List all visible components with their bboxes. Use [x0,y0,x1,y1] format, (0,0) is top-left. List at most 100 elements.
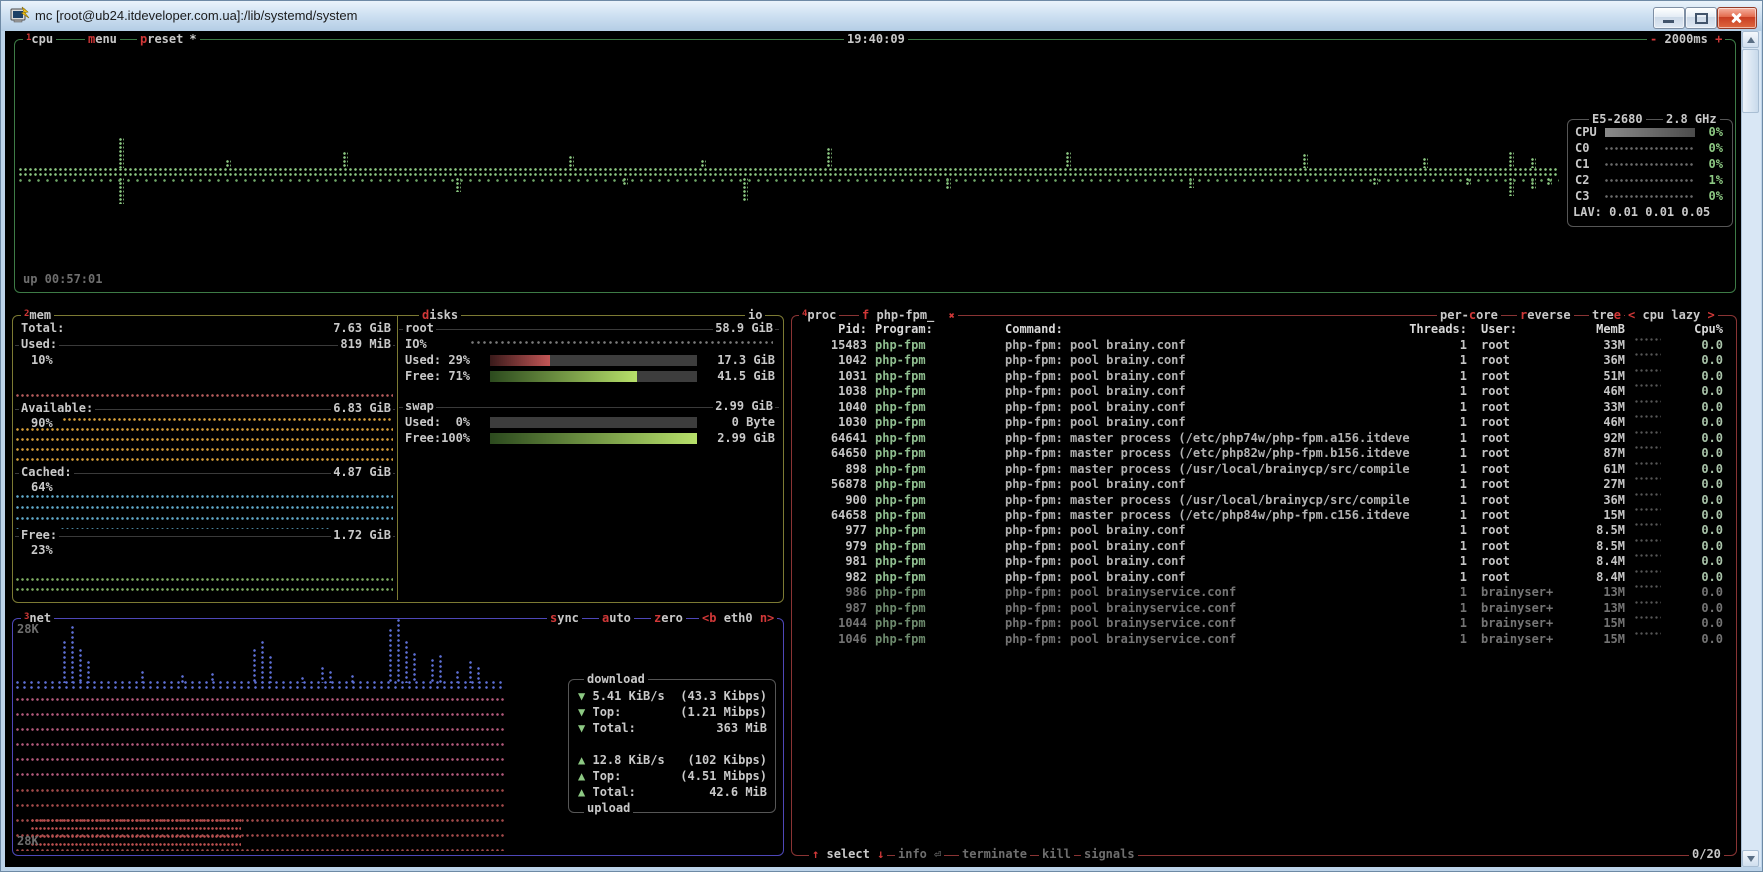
menu-button[interactable]: menu [85,32,120,47]
clock: 19:40:09 [844,32,908,47]
filter-clear-icon[interactable]: ✖ [949,311,955,322]
cpu-core-row: C10% [1573,157,1725,172]
proc-user: root [1481,400,1510,415]
signals-button[interactable]: signals [1081,847,1138,862]
per-core-button[interactable]: per-core [1437,308,1501,323]
proc-row[interactable]: 982php-fpmphp-fpm: pool brainy.conf1root… [1,570,1763,586]
proc-threads: 1 [1387,508,1467,523]
header-program[interactable]: Program: [875,322,933,337]
sort-prev-icon[interactable]: < [1628,308,1635,322]
proc-threads: 1 [1387,400,1467,415]
proc-cpu-minigraph [1635,632,1661,639]
interval-decrease-button[interactable]: - [1650,32,1657,46]
proc-pid: 64650 [787,446,867,461]
proc-row[interactable]: 986php-fpmphp-fpm: pool brainyservice.co… [1,585,1763,601]
proc-mem: 13M [1545,585,1625,600]
upload-speed-bits: (102 Kibps) [631,753,767,768]
close-button[interactable] [1717,7,1757,29]
proc-command: php-fpm: pool brainyservice.conf [1005,585,1236,600]
proc-row[interactable]: 1044php-fpmphp-fpm: pool brainyservice.c… [1,616,1763,632]
scroll-up-button[interactable] [1742,31,1759,48]
proc-row[interactable]: 64641php-fpmphp-fpm: master process (/et… [1,431,1763,447]
proc-mem: 8.4M [1545,570,1625,585]
net-scale-bottom: 28K [17,834,39,849]
scroll-down-button[interactable] [1742,850,1759,867]
kill-button[interactable]: kill [1039,847,1074,862]
cpu-box [14,39,1736,293]
preset-modified-star: * [189,32,196,46]
proc-user: root [1481,462,1510,477]
proc-threads: 1 [1387,523,1467,538]
proc-row[interactable]: 898php-fpmphp-fpm: master process (/usr/… [1,462,1763,478]
proc-cpu-minigraph [1635,554,1661,561]
select-control[interactable]: ↑ select ↓ [809,847,887,862]
filter-input[interactable]: php-fpm_ [876,308,934,322]
proc-row[interactable]: 979php-fpmphp-fpm: pool brainy.conf1root… [1,539,1763,555]
proc-command: php-fpm: master process (/etc/php84w/php… [1005,508,1410,523]
proc-mem: 15M [1545,632,1625,647]
proc-program: php-fpm [875,415,926,430]
proc-row[interactable]: 56878php-fpmphp-fpm: pool brainy.conf1ro… [1,477,1763,493]
proc-threads: 1 [1387,384,1467,399]
proc-threads: 1 [1387,554,1467,569]
proc-mem: 8.4M [1545,554,1625,569]
window-title: mc [root@ub24.itdeveloper.com.ua]:/lib/s… [35,8,357,23]
minimize-button[interactable] [1653,7,1685,29]
down-arrow-icon[interactable]: ↓ [877,847,884,861]
header-threads[interactable]: Threads: [1387,322,1467,337]
proc-row[interactable]: 1040php-fpmphp-fpm: pool brainy.conf1roo… [1,400,1763,416]
preset-button[interactable]: preset* [137,32,200,47]
terminate-button[interactable]: terminate [959,847,1030,862]
proc-row[interactable]: 1046php-fpmphp-fpm: pool brainyservice.c… [1,632,1763,648]
up-arrow-icon[interactable]: ↑ [812,847,819,861]
proc-row[interactable]: 977php-fpmphp-fpm: pool brainy.conf1root… [1,523,1763,539]
proc-program: php-fpm [875,493,926,508]
header-command[interactable]: Command: [1005,322,1063,337]
cpu-core-row: C00% [1573,141,1725,156]
proc-row[interactable]: 981php-fpmphp-fpm: pool brainy.conf1root… [1,554,1763,570]
filter-key: f [862,308,869,322]
proc-row[interactable]: 64650php-fpmphp-fpm: master process (/et… [1,446,1763,462]
proc-command: php-fpm: master process (/etc/php74w/php… [1005,431,1410,446]
proc-pid: 64658 [787,508,867,523]
proc-threads: 1 [1387,338,1467,353]
proc-user: root [1481,384,1510,399]
proc-row[interactable]: 15483php-fpmphp-fpm: pool brainy.conf1ro… [1,338,1763,354]
proc-row[interactable]: 1042php-fpmphp-fpm: pool brainy.conf1roo… [1,353,1763,369]
upload-top-value: (4.51 Mibps) [631,769,767,784]
header-cpu[interactable]: Cpu% [1643,322,1723,337]
proc-program: php-fpm [875,462,926,477]
scroll-down-arrow-icon [1747,856,1755,862]
proc-row[interactable]: 1030php-fpmphp-fpm: pool brainy.conf1roo… [1,415,1763,431]
proc-row[interactable]: 900php-fpmphp-fpm: master process (/usr/… [1,493,1763,509]
proc-command: php-fpm: pool brainy.conf [1005,554,1186,569]
cpu-box-title[interactable]: 1cpu [23,32,56,49]
tree-button[interactable]: tree [1589,308,1624,323]
interval-increase-button[interactable]: + [1715,32,1722,46]
sort-next-icon[interactable]: > [1708,308,1715,322]
proc-table-header: Pid: Program: Command: Threads: User: Me… [1,322,1763,338]
proc-program: php-fpm [875,601,926,616]
scrollbar-thumb[interactable] [1742,49,1759,113]
sort-selector[interactable]: < cpu lazy > [1625,308,1718,323]
proc-row[interactable]: 987php-fpmphp-fpm: pool brainyservice.co… [1,601,1763,617]
proc-row[interactable]: 64658php-fpmphp-fpm: master process (/et… [1,508,1763,524]
proc-row[interactable]: 1031php-fpmphp-fpm: pool brainy.conf1roo… [1,369,1763,385]
upload-title: upload [584,801,633,816]
proc-program: php-fpm [875,384,926,399]
proc-threads: 1 [1387,353,1467,368]
proc-pid: 1042 [787,353,867,368]
maximize-button[interactable] [1685,7,1717,29]
download-top-value: (1.21 Mibps) [631,705,767,720]
reverse-button[interactable]: reverse [1517,308,1574,323]
info-button[interactable]: info ⏎ [895,847,944,862]
header-pid[interactable]: Pid: [787,322,867,337]
proc-threads: 1 [1387,462,1467,477]
header-mem[interactable]: MemB [1545,322,1625,337]
proc-row[interactable]: 1038php-fpmphp-fpm: pool brainy.conf1roo… [1,384,1763,400]
proc-program: php-fpm [875,616,926,631]
header-user[interactable]: User: [1481,322,1517,337]
titlebar[interactable]: mc [root@ub24.itdeveloper.com.ua]:/lib/s… [1,1,1762,31]
proc-command: php-fpm: pool brainy.conf [1005,384,1186,399]
proc-program: php-fpm [875,585,926,600]
